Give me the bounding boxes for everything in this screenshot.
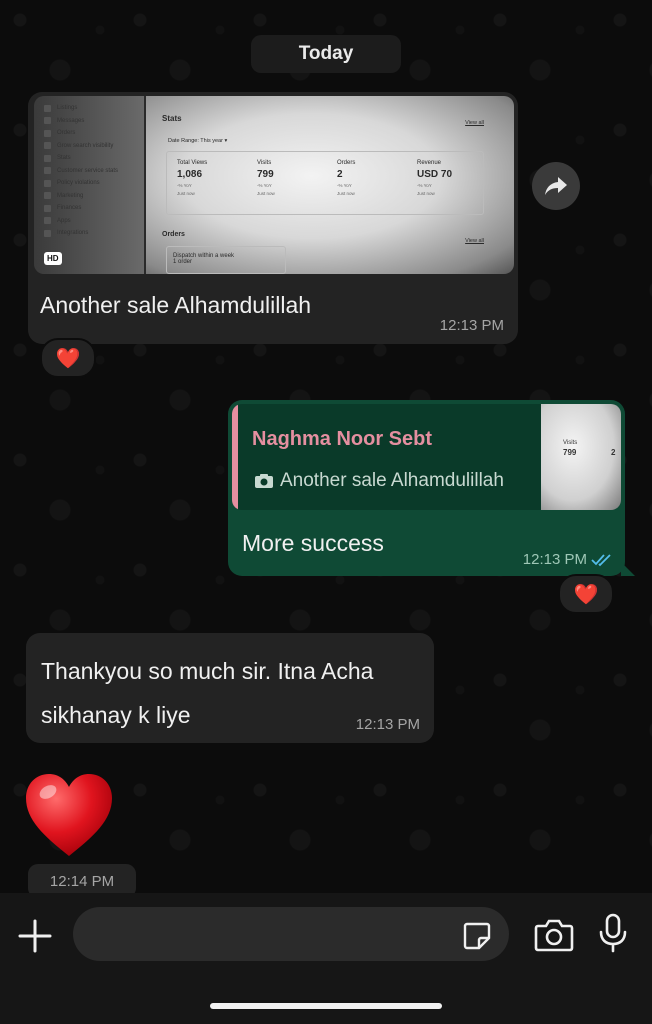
- screenshot-sidebar-item: Stats: [34, 152, 144, 165]
- screenshot-title: Stats: [162, 114, 182, 123]
- screenshot-sidebar-item: Policy violations: [34, 177, 144, 190]
- outgoing-reply-message[interactable]: Naghma Noor Sebt Another sale Alhamdulil…: [228, 400, 635, 576]
- message-time: 12:13 PM: [355, 716, 420, 733]
- message-text: More success: [242, 530, 384, 556]
- message-input[interactable]: [73, 907, 509, 961]
- sidebar-item-icon: [44, 129, 51, 137]
- screenshot-sidebar-item: Marketing: [34, 190, 144, 203]
- screenshot-sidebar-item: Messages: [34, 115, 144, 128]
- sidebar-item-icon: [44, 117, 51, 125]
- message-time: 12:13 PM: [439, 317, 504, 334]
- screenshot-sidebar-item: Integrations: [34, 227, 144, 240]
- camera-icon[interactable]: [534, 917, 574, 953]
- screenshot-sidebar-item: Orders: [34, 127, 144, 140]
- quote-accent-bar: [232, 404, 238, 510]
- message-time-status: 12:13 PM: [523, 551, 613, 568]
- stat-total-views: Total Views 1,086 -% YoY Just now: [177, 160, 208, 196]
- sidebar-item-icon: [44, 192, 51, 200]
- quoted-text: Another sale Alhamdulillah: [254, 470, 504, 492]
- screenshot-sidebar-item: Finances: [34, 202, 144, 215]
- sidebar-item-icon: [44, 167, 51, 175]
- stat-orders: Orders 2 -% YoY Just now: [337, 160, 356, 196]
- plus-icon[interactable]: [16, 917, 54, 955]
- sidebar-item-icon: [44, 217, 51, 225]
- forward-arrow-icon: [545, 177, 567, 195]
- message-text: Another sale Alhamdulillah: [40, 292, 312, 318]
- sidebar-item-icon: [44, 204, 51, 212]
- image-message[interactable]: Listings Messages Orders Grow search visibi…: [28, 92, 518, 344]
- quoted-image-thumbnail: Visits 799 2: [541, 404, 621, 510]
- screenshot-view-all: View all: [465, 120, 484, 126]
- quoted-message[interactable]: Naghma Noor Sebt Another sale Alhamdulil…: [232, 404, 621, 510]
- sticker-icon[interactable]: [462, 921, 492, 951]
- date-separator: Today: [251, 35, 401, 73]
- image-attachment[interactable]: Listings Messages Orders Grow search visibi…: [34, 96, 514, 274]
- heart-emoji-icon[interactable]: [24, 772, 114, 858]
- screenshot-dispatch-card: Dispatch within a week 1 order: [166, 246, 286, 274]
- sidebar-item-icon: [44, 142, 51, 150]
- stat-visits: Visits 799 -% YoY Just now: [257, 160, 275, 196]
- sidebar-item-icon: [44, 154, 51, 162]
- screenshot-stats-panel: Stats View all Date Range: This year ▾ T…: [146, 96, 514, 274]
- screenshot-sidebar: Listings Messages Orders Grow search visibi…: [34, 96, 144, 274]
- microphone-icon[interactable]: [598, 913, 628, 953]
- screenshot-sidebar-item: Listings: [34, 102, 144, 115]
- sidebar-item-icon: [44, 229, 51, 237]
- screenshot-sidebar-item: Apps: [34, 215, 144, 228]
- composer-bar: [0, 893, 652, 1024]
- home-indicator: [210, 1003, 442, 1009]
- quoted-sender-name: Naghma Noor Sebt: [252, 428, 433, 450]
- double-check-icon: [591, 553, 611, 566]
- screenshot-view-all-orders: View all: [465, 238, 484, 244]
- hd-badge: HD: [44, 252, 62, 265]
- camera-icon: [255, 474, 273, 488]
- screenshot-stats-box: Total Views 1,086 -% YoY Just now Visits…: [166, 151, 484, 215]
- sidebar-item-icon: [44, 104, 51, 112]
- screenshot-date-range: Date Range: This year ▾: [168, 138, 228, 144]
- reaction-heart[interactable]: ❤️: [40, 338, 96, 378]
- text-message[interactable]: Thankyou so much sir. Itna Acha sikhanay…: [26, 633, 434, 743]
- forward-button[interactable]: [532, 162, 580, 210]
- reaction-heart[interactable]: ❤️: [558, 574, 614, 614]
- stat-revenue: Revenue USD 70 -% YoY Just now: [417, 160, 453, 196]
- screenshot-sidebar-item: Grow search visibility: [34, 140, 144, 153]
- sidebar-item-icon: [44, 179, 51, 187]
- screenshot-sidebar-item: Customer service stats: [34, 165, 144, 178]
- bubble-tail: [621, 562, 635, 576]
- chat-screen: Today Listings Messages Orders Grow search …: [0, 0, 652, 1024]
- screenshot-orders-title: Orders: [162, 231, 185, 238]
